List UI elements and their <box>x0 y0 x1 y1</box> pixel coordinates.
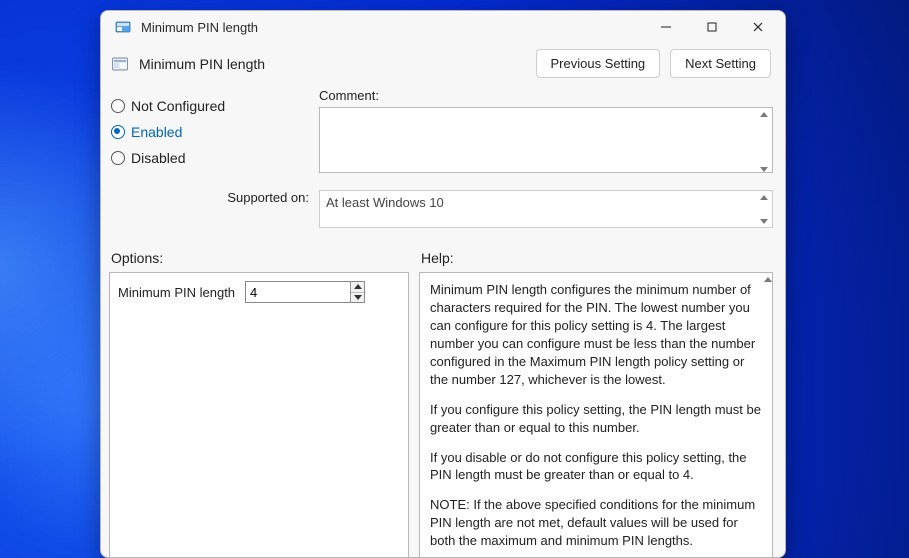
supported-text: At least Windows 10 <box>326 195 444 210</box>
spinner-down-button[interactable] <box>351 292 364 303</box>
supported-row: Supported on: At least Windows 10 <box>109 190 773 228</box>
sections-header: Options: Help: <box>109 250 773 266</box>
min-pin-spinner[interactable] <box>245 281 365 303</box>
scroll-up-icon[interactable] <box>759 109 769 119</box>
radio-disabled-label: Disabled <box>131 150 185 166</box>
maximize-button[interactable] <box>689 11 735 43</box>
policy-editor-window: Minimum PIN length Minimum <box>100 10 786 558</box>
radio-not-configured-label: Not Configured <box>131 98 225 114</box>
titlebar: Minimum PIN length <box>101 11 785 43</box>
help-section-label: Help: <box>409 250 773 266</box>
radio-enabled-input[interactable] <box>111 125 125 139</box>
supported-value: At least Windows 10 <box>319 190 773 228</box>
comment-label: Comment: <box>319 88 773 103</box>
options-panel: Minimum PIN length <box>109 272 409 558</box>
help-paragraph: If you disable or do not configure this … <box>430 449 762 485</box>
comment-input[interactable] <box>319 107 773 173</box>
comment-row: Comment: <box>319 88 773 176</box>
scroll-down-icon[interactable] <box>759 216 769 226</box>
next-setting-button[interactable]: Next Setting <box>670 49 771 78</box>
help-paragraph: NOTE: If the above specified conditions … <box>430 496 762 550</box>
help-panel[interactable]: Minimum PIN length configures the minimu… <box>419 272 773 558</box>
radio-not-configured-input[interactable] <box>111 99 125 113</box>
spinner-up-button[interactable] <box>351 282 364 292</box>
sections-body: Minimum PIN length Mini <box>109 272 773 558</box>
previous-setting-button[interactable]: Previous Setting <box>536 49 661 78</box>
help-paragraph: Minimum PIN length configures the minimu… <box>430 281 762 389</box>
scroll-up-icon[interactable] <box>759 192 769 202</box>
app-icon <box>115 19 131 35</box>
policy-body: Not Configured Enabled Disabled Comment: <box>101 88 785 558</box>
policy-header: Minimum PIN length Previous Setting Next… <box>101 43 785 88</box>
comment-scrollbar[interactable] <box>757 109 771 174</box>
close-button[interactable] <box>735 11 781 43</box>
policy-icon <box>111 55 129 73</box>
policy-name: Minimum PIN length <box>139 56 265 72</box>
supported-label: Supported on: <box>109 190 319 205</box>
option-min-pin-label: Minimum PIN length <box>118 285 235 300</box>
supported-scrollbar[interactable] <box>757 192 771 226</box>
radio-enabled[interactable]: Enabled <box>111 124 317 140</box>
scroll-down-icon[interactable] <box>759 164 769 174</box>
min-pin-input[interactable] <box>246 282 350 302</box>
help-scrollbar[interactable] <box>761 274 775 558</box>
radio-disabled-input[interactable] <box>111 151 125 165</box>
window-title: Minimum PIN length <box>141 20 258 35</box>
radio-not-configured[interactable]: Not Configured <box>111 98 317 114</box>
scroll-up-icon[interactable] <box>763 274 773 284</box>
help-paragraph: If you configure this policy setting, th… <box>430 401 762 437</box>
options-section-label: Options: <box>109 250 409 266</box>
radio-disabled[interactable]: Disabled <box>111 150 317 166</box>
minimize-button[interactable] <box>643 11 689 43</box>
option-min-pin-row: Minimum PIN length <box>118 281 400 303</box>
desktop-background: Minimum PIN length Minimum <box>0 0 909 558</box>
radio-enabled-label: Enabled <box>131 124 182 140</box>
help-panel-wrap: Minimum PIN length configures the minimu… <box>419 272 773 558</box>
